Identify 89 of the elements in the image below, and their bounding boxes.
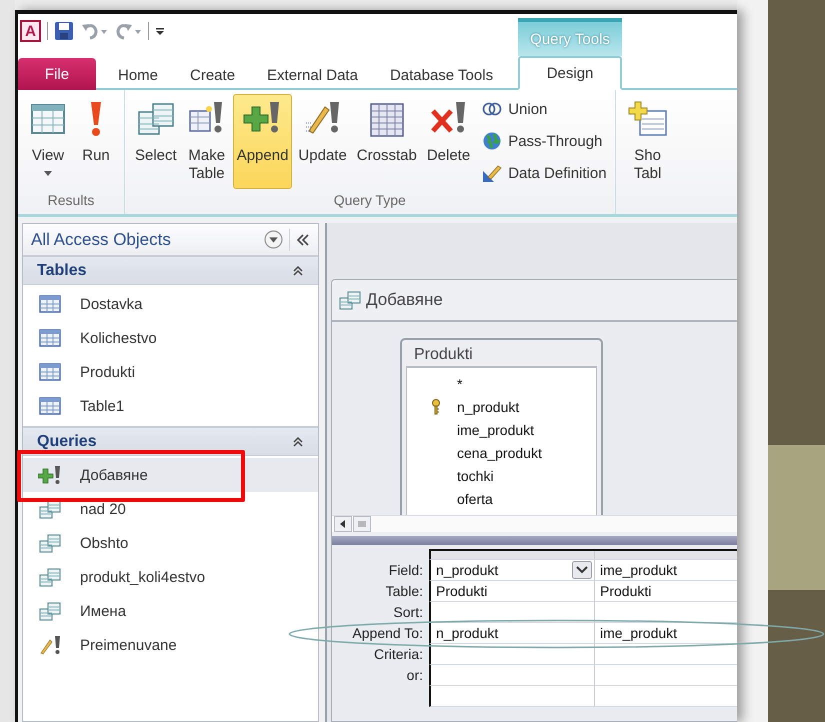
tables-icon xyxy=(38,601,62,621)
row-label: Criteria: xyxy=(374,646,423,662)
grid-cell[interactable] xyxy=(594,686,737,707)
grid-cell[interactable] xyxy=(594,602,737,623)
nav-item[interactable]: produkt_koli4estvo xyxy=(23,560,318,594)
ribbon-button[interactable]: Sho Tabl xyxy=(624,94,672,189)
ribbon-button[interactable]: Append xyxy=(232,94,292,189)
grid-cell[interactable] xyxy=(429,686,594,707)
ribbon-button[interactable]: Union xyxy=(480,94,609,124)
field-name[interactable]: cena_produkt xyxy=(457,444,542,460)
redo-icon[interactable] xyxy=(114,21,142,41)
nav-item[interactable]: Имена xyxy=(23,594,318,628)
scroll-left-icon[interactable] xyxy=(334,516,352,532)
ribbon-button[interactable]: Run xyxy=(74,94,118,189)
ribbon-tab[interactable]: External Data xyxy=(251,60,374,90)
table-icon xyxy=(38,362,62,382)
nav-group-label[interactable]: Queries xyxy=(37,432,292,450)
ribbon-tab[interactable]: Database Tools xyxy=(374,60,510,90)
table-field-list[interactable]: Produkti * n_produkt ime_produkt cena_produkt tochki oferta xyxy=(400,338,603,515)
nav-item[interactable]: Добавяне xyxy=(23,458,318,492)
ribbon-button[interactable]: Delete xyxy=(422,94,474,189)
nav-item[interactable]: Dostavka xyxy=(23,287,318,321)
ribbon-button[interactable]: Select xyxy=(131,94,181,189)
field-name[interactable]: n_produkt xyxy=(457,398,520,414)
grid-cell[interactable] xyxy=(429,644,594,665)
triangle-pencil-icon xyxy=(482,163,502,183)
table-icon xyxy=(38,328,62,348)
nav-item[interactable]: Obshto xyxy=(23,526,318,560)
nav-item[interactable]: Produkti xyxy=(23,355,318,389)
ribbon-button[interactable]: View xyxy=(24,94,72,189)
scrollbar-thumb[interactable] xyxy=(353,516,371,532)
group-label: Results xyxy=(46,192,96,210)
tables-icon xyxy=(38,533,62,553)
grid-cell[interactable]: Produkti xyxy=(429,581,594,602)
ribbon-button[interactable]: Data Definition xyxy=(480,158,609,188)
ribbon-button[interactable]: Update xyxy=(294,94,351,189)
nav-item[interactable]: Kolichestvo xyxy=(23,321,318,355)
dropdown-icon[interactable] xyxy=(572,561,592,579)
tables-icon xyxy=(38,499,62,519)
ribbon-tab[interactable]: Home xyxy=(102,60,174,90)
pencil-exclamation-icon xyxy=(38,635,62,655)
dropdown-icon[interactable] xyxy=(264,230,283,249)
row-label: Append To: xyxy=(352,625,423,641)
tables-icon xyxy=(38,567,62,587)
ribbon-button[interactable]: Make Table xyxy=(182,94,231,189)
ribbon-button[interactable]: Crosstab xyxy=(352,94,421,189)
ribbon-tab[interactable]: Design xyxy=(518,56,622,90)
grid-cell[interactable] xyxy=(594,644,737,665)
tables-icon xyxy=(338,290,362,310)
ribbon-tab[interactable]: Create xyxy=(174,60,252,90)
add-table-icon xyxy=(628,99,668,139)
ribbon-tab[interactable]: File xyxy=(18,58,96,90)
grid-cell[interactable] xyxy=(429,602,594,623)
app-logo[interactable]: A xyxy=(20,20,41,42)
undo-icon[interactable] xyxy=(80,21,108,41)
globe-icon xyxy=(482,131,502,151)
ribbon-button[interactable]: Pass-Through xyxy=(480,126,609,156)
row-label: Sort: xyxy=(393,604,423,620)
row-label: Field: xyxy=(388,562,423,578)
field-name[interactable]: oferta xyxy=(457,490,493,506)
save-icon[interactable] xyxy=(54,21,74,41)
grid-cell[interactable]: n_produkt xyxy=(429,560,594,581)
table-icon xyxy=(38,396,62,416)
chevron-icon[interactable] xyxy=(292,436,304,448)
collapse-icon[interactable] xyxy=(296,234,310,246)
field-name[interactable]: ime_produkt xyxy=(457,422,534,438)
chevron-icon[interactable] xyxy=(292,264,304,276)
grid-cell[interactable]: ime_produkt xyxy=(594,560,737,581)
plus-exclamation-icon xyxy=(38,465,62,485)
exclamation-icon xyxy=(90,101,102,137)
nav-group-label[interactable]: Tables xyxy=(37,262,292,280)
customize-icon[interactable] xyxy=(155,26,165,36)
grid-cell[interactable]: ime_produkt xyxy=(594,623,737,644)
nav-item[interactable]: Table1 xyxy=(23,389,318,423)
row-label: or: xyxy=(406,667,423,683)
grid-cell[interactable]: Produkti xyxy=(594,581,737,602)
query-window-title: Добавяне xyxy=(366,290,443,310)
row-label: Table: xyxy=(386,583,423,599)
contextual-tab-header: Query Tools xyxy=(518,18,622,56)
field-name[interactable]: * xyxy=(457,376,462,392)
nav-item[interactable]: nad 20 xyxy=(23,492,318,526)
grid-cell[interactable]: n_produkt xyxy=(429,623,594,644)
grid-cell[interactable] xyxy=(594,665,737,686)
nav-group-header[interactable]: Tables xyxy=(23,257,318,285)
table-icon xyxy=(38,294,62,314)
nav-item[interactable]: Preimenuvane xyxy=(23,628,318,662)
group-label: Query Type xyxy=(332,192,407,210)
grid-cell[interactable] xyxy=(429,665,594,686)
field-name[interactable]: tochki xyxy=(457,468,494,484)
